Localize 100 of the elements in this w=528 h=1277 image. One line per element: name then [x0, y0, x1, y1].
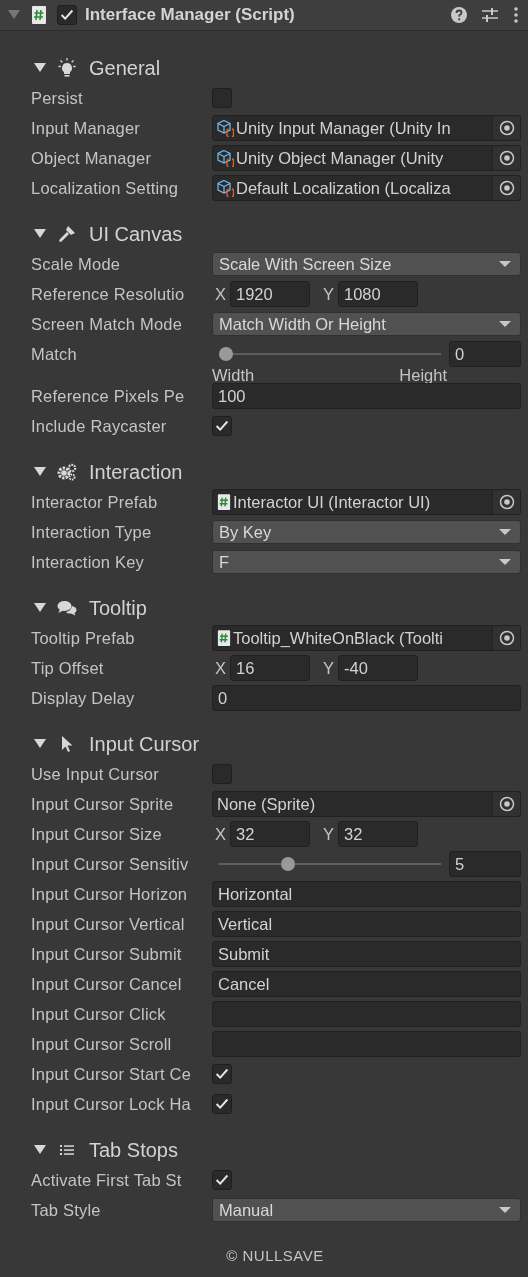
- dropdown-caret-icon: [499, 1206, 511, 1214]
- settings-sliders-icon[interactable]: [481, 7, 499, 23]
- field-label: Input Cursor Sprite: [31, 793, 175, 815]
- field-label: Interactor Prefab: [31, 491, 159, 513]
- dropdown-caret-icon: [499, 558, 511, 566]
- number-field[interactable]: 16: [230, 655, 310, 681]
- field-label: Persist: [31, 87, 84, 109]
- field-label: Input Manager: [31, 117, 141, 139]
- text-field[interactable]: 0: [212, 685, 521, 711]
- text-field[interactable]: Vertical: [212, 911, 521, 937]
- number-field[interactable]: 1920: [230, 281, 310, 307]
- dropdown[interactable]: Scale With Screen Size: [212, 252, 521, 276]
- script-file-icon: [217, 629, 231, 647]
- text-field[interactable]: Horizontal: [212, 881, 521, 907]
- speech-bubbles-icon: [57, 600, 77, 616]
- script-file-icon: [217, 493, 231, 511]
- field-label: Reference Resolutio: [31, 283, 186, 305]
- cursor-arrow-icon: [60, 735, 74, 753]
- text-field[interactable]: 100: [212, 383, 521, 409]
- dropdown-caret-icon: [499, 260, 511, 268]
- dropdown-caret-icon: [499, 320, 511, 328]
- cube-icon: [217, 119, 234, 137]
- slider-thumb[interactable]: [281, 857, 296, 871]
- checkbox[interactable]: [212, 1170, 232, 1190]
- checkbox[interactable]: [212, 416, 232, 436]
- dropdown[interactable]: Match Width Or Height: [212, 312, 521, 336]
- copyright-text: © NULLSAVE: [226, 1246, 324, 1266]
- field-label: Object Manager: [31, 147, 153, 169]
- axis-label: Y: [322, 823, 335, 845]
- checkbox[interactable]: [57, 5, 77, 25]
- object-field[interactable]: Default Localization (Localiza: [212, 175, 521, 201]
- slider-thumb[interactable]: [219, 347, 233, 361]
- object-field[interactable]: Tooltip_WhiteOnBlack (Toolti: [212, 625, 521, 651]
- axis-label: X: [214, 657, 227, 679]
- number-field[interactable]: 32: [230, 821, 310, 847]
- section-title: General: [89, 56, 161, 81]
- field-label: Screen Match Mode: [31, 313, 184, 335]
- axis-label: Y: [322, 657, 335, 679]
- object-picker-icon: [498, 796, 515, 812]
- object-field[interactable]: Unity Object Manager (Unity: [212, 145, 521, 171]
- field-label: Interaction Key: [31, 551, 146, 573]
- dropdown[interactable]: F: [212, 550, 521, 574]
- field-label: Tab Style: [31, 1199, 102, 1221]
- object-picker-icon: [498, 150, 515, 166]
- field-label: Input Cursor Size: [31, 823, 163, 845]
- object-field[interactable]: None (Sprite): [212, 791, 521, 817]
- script-file-icon: [31, 5, 47, 25]
- field-label: Interaction Type: [31, 521, 153, 543]
- section-title: UI Canvas: [89, 222, 183, 247]
- object-picker-icon: [498, 120, 515, 136]
- field-label: Use Input Cursor: [31, 763, 160, 785]
- field-label: Input Cursor Submit: [31, 943, 183, 965]
- field-label: Scale Mode: [31, 253, 122, 275]
- field-label: Include Raycaster: [31, 415, 168, 437]
- number-field[interactable]: -40: [338, 655, 418, 681]
- field-label: Input Cursor Start Ce: [31, 1063, 193, 1085]
- component-title: Interface Manager (Script): [85, 4, 295, 27]
- checkbox[interactable]: [212, 1094, 232, 1114]
- more-menu-icon[interactable]: [513, 6, 519, 24]
- object-picker-button[interactable]: [492, 626, 520, 650]
- number-field[interactable]: 32: [338, 821, 418, 847]
- field-label: Input Cursor Vertical: [31, 913, 186, 935]
- checkbox[interactable]: [212, 764, 232, 784]
- cube-icon: [217, 179, 234, 197]
- number-field[interactable]: 1080: [338, 281, 418, 307]
- number-field[interactable]: 0: [449, 341, 521, 367]
- object-picker-icon: [498, 630, 515, 646]
- brush-icon: [58, 225, 76, 243]
- field-label: Tip Offset: [31, 657, 105, 679]
- text-field[interactable]: Submit: [212, 941, 521, 967]
- text-field[interactable]: Cancel: [212, 971, 521, 997]
- list-icon: [59, 1143, 75, 1157]
- number-field[interactable]: 5: [449, 851, 521, 877]
- slider-max-label: Height: [399, 365, 447, 381]
- object-picker-button[interactable]: [492, 116, 520, 140]
- lightbulb-icon: [58, 58, 76, 78]
- field-label: Localization Setting: [31, 177, 180, 199]
- dropdown[interactable]: By Key: [212, 520, 521, 544]
- object-field[interactable]: Unity Input Manager (Unity In: [212, 115, 521, 141]
- field-label: Reference Pixels Pe: [31, 385, 186, 407]
- object-picker-button[interactable]: [492, 792, 520, 816]
- field-label: Input Cursor Sensitiv: [31, 853, 190, 875]
- checkbox[interactable]: [212, 88, 232, 108]
- object-picker-button[interactable]: [492, 176, 520, 200]
- dropdown[interactable]: Manual: [212, 1198, 521, 1222]
- field-label: Input Cursor Lock Ha: [31, 1093, 192, 1115]
- object-picker-button[interactable]: [492, 490, 520, 514]
- field-label: Input Cursor Scroll: [31, 1033, 173, 1055]
- dropdown-caret-icon: [499, 528, 511, 536]
- field-label: Match: [31, 343, 78, 365]
- field-label: Display Delay: [31, 687, 136, 709]
- help-icon[interactable]: [451, 7, 467, 23]
- object-field[interactable]: Interactor UI (Interactor UI): [212, 489, 521, 515]
- section-title: Tab Stops: [89, 1138, 178, 1163]
- checkbox[interactable]: [212, 1064, 232, 1084]
- slider-track[interactable]: [219, 347, 441, 361]
- gears-icon: [57, 463, 77, 481]
- slider-track[interactable]: [219, 857, 441, 871]
- object-picker-icon: [498, 494, 515, 510]
- object-picker-button[interactable]: [492, 146, 520, 170]
